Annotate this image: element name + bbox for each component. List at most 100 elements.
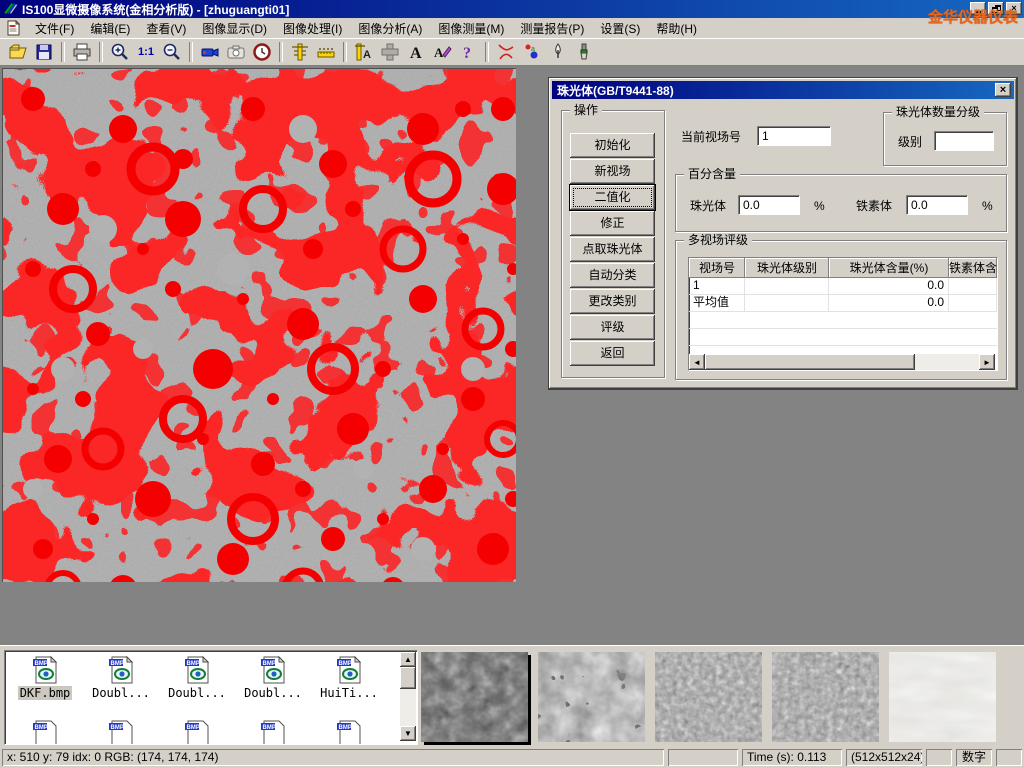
metallograph-image[interactable] (2, 68, 516, 582)
thumbnail-5[interactable] (889, 652, 996, 742)
scroll-thumb[interactable] (705, 354, 915, 370)
menu-image-measure[interactable]: 图像测量(M) (430, 18, 512, 39)
pick-pearlite-button[interactable]: 点取珠光体 (570, 237, 655, 262)
help-button[interactable]: ? (455, 40, 481, 64)
dialog-title-bar[interactable]: 珠光体(GB/T9441-88) × (552, 81, 1014, 99)
status-empty-1 (668, 749, 738, 766)
menu-view[interactable]: 查看(V) (138, 18, 194, 39)
clock-icon (252, 42, 272, 62)
draw-pen-button[interactable] (545, 40, 571, 64)
snapshot-button[interactable] (223, 40, 249, 64)
scroll-right-arrow[interactable]: ► (979, 354, 995, 370)
menu-edit[interactable]: 编辑(E) (82, 18, 138, 39)
thumbnail-2[interactable] (538, 652, 645, 742)
horizontal-ruler-icon (316, 42, 336, 62)
multi-field-group: 多视场评级 视场号 珠光体级别 珠光体含量(%) 铁素体含量(%) 1 0.0 … (675, 240, 1007, 380)
bmp-file-icon: BMP (182, 719, 212, 745)
return-button[interactable]: 返回 (570, 341, 655, 366)
camera-icon (226, 42, 246, 62)
cell-grade (745, 295, 829, 311)
text-button[interactable]: A (403, 40, 429, 64)
multi-field-group-label: 多视场评级 (684, 233, 752, 248)
document-icon[interactable] (5, 20, 21, 36)
measure-label-button[interactable]: A (351, 40, 377, 64)
app-icon (3, 2, 18, 16)
status-mode: 数字 (956, 749, 992, 766)
file-item[interactable]: BMP Doubl... (159, 655, 235, 700)
print-button[interactable] (69, 40, 95, 64)
curve-split-button[interactable] (493, 40, 519, 64)
ferrite-input[interactable]: 0.0 (906, 195, 968, 215)
scroll-left-arrow[interactable]: ◄ (689, 354, 705, 370)
file-item[interactable]: BMP (7, 719, 83, 745)
file-item[interactable]: BMP HuiTi... (311, 655, 387, 700)
thumbnail-1[interactable] (421, 652, 528, 742)
annotate-button[interactable]: A (429, 40, 455, 64)
open-button[interactable] (5, 40, 31, 64)
change-class-button[interactable]: 更改类别 (570, 289, 655, 314)
file-item[interactable]: BMP (311, 719, 387, 745)
current-field-input[interactable]: 1 (757, 126, 831, 146)
table-row[interactable]: 1 0.0 (689, 278, 997, 295)
close-button[interactable]: × (1006, 2, 1022, 15)
zoom-out-button[interactable] (159, 40, 185, 64)
timer-button[interactable] (249, 40, 275, 64)
thumbnail-3[interactable] (655, 652, 762, 742)
cell-ferrite (949, 278, 997, 294)
file-list-scrollbar[interactable]: ▲ ▼ (400, 652, 416, 741)
correct-button[interactable]: 修正 (570, 211, 655, 236)
dialog-close-button[interactable]: × (995, 83, 1011, 97)
file-item[interactable]: BMP Doubl... (83, 655, 159, 700)
table-horizontal-scrollbar[interactable]: ◄ ► (689, 354, 995, 370)
level-input[interactable] (934, 131, 994, 151)
new-field-button[interactable]: 新视场 (570, 159, 655, 184)
zoom-in-button[interactable] (107, 40, 133, 64)
menu-image-process[interactable]: 图像处理(I) (275, 18, 350, 39)
menu-file[interactable]: 文件(F) (27, 18, 82, 39)
initialize-button[interactable]: 初始化 (570, 133, 655, 158)
fill-brush-button[interactable] (571, 40, 597, 64)
scroll-up-arrow[interactable]: ▲ (400, 652, 416, 667)
file-name: Doubl... (166, 686, 228, 700)
merge-button[interactable] (377, 40, 403, 64)
phase-mark-button[interactable]: a (519, 40, 545, 64)
grading-group: 珠光体数量分级 级别 (883, 112, 1007, 166)
svg-text:BMP: BMP (111, 661, 124, 667)
restore-button[interactable] (988, 2, 1004, 15)
ruler-button[interactable] (313, 40, 339, 64)
file-item[interactable]: BMP (235, 719, 311, 745)
file-item[interactable]: BMP (159, 719, 235, 745)
grade-button[interactable]: 评级 (570, 315, 655, 340)
table-row-empty (689, 312, 997, 329)
menu-image-display[interactable]: 图像显示(D) (194, 18, 275, 39)
save-button[interactable] (31, 40, 57, 64)
video-capture-button[interactable] (197, 40, 223, 64)
toolbar: 1:1 (0, 38, 1024, 66)
table-row[interactable]: 平均值 0.0 (689, 295, 997, 312)
pearlite-input[interactable]: 0.0 (738, 195, 800, 215)
file-item[interactable]: BMP Doubl... (235, 655, 311, 700)
cell-grade (745, 278, 829, 294)
svg-text:BMP: BMP (35, 725, 48, 731)
scroll-down-arrow[interactable]: ▼ (400, 726, 416, 741)
video-camera-icon (200, 42, 220, 62)
menu-help[interactable]: 帮助(H) (648, 18, 705, 39)
grading-table: 视场号 珠光体级别 珠光体含量(%) 铁素体含量(%) 1 0.0 平均值 0.… (688, 257, 998, 371)
auto-classify-button[interactable]: 自动分类 (570, 263, 655, 288)
caliper-button[interactable] (287, 40, 313, 64)
minimize-button[interactable] (970, 2, 986, 15)
actual-size-button[interactable]: 1:1 (133, 40, 159, 64)
thumbnail-4[interactable] (772, 652, 879, 742)
col-pearlite-grade: 珠光体级别 (745, 258, 829, 278)
menu-image-analysis[interactable]: 图像分析(A) (350, 18, 430, 39)
svg-text:BMP: BMP (339, 725, 352, 731)
scroll-thumb[interactable] (400, 667, 416, 689)
bmp-file-icon: BMP (30, 719, 60, 745)
menu-measure-report[interactable]: 测量报告(P) (512, 18, 592, 39)
cell-pearlite: 0.0 (829, 278, 949, 294)
file-item[interactable]: BMP (83, 719, 159, 745)
menu-settings[interactable]: 设置(S) (592, 18, 648, 39)
file-item[interactable]: BMP DKF.bmp (7, 655, 83, 700)
binarize-button[interactable]: 二值化 (570, 185, 655, 210)
bmp-file-icon: BMP (106, 719, 136, 745)
